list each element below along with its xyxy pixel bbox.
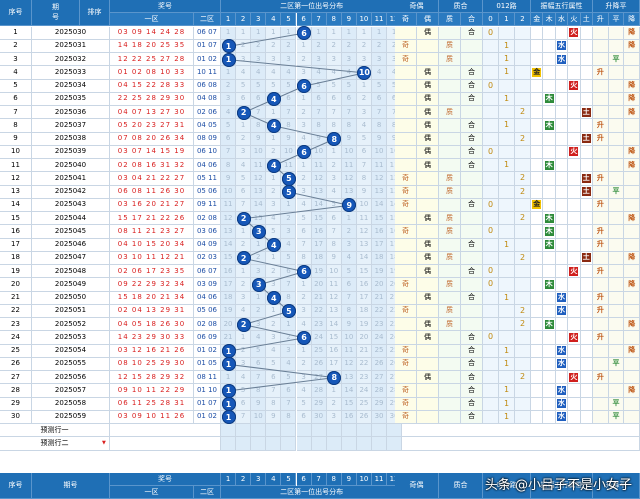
trend-polyline: [228, 32, 365, 418]
ball-marker: 1: [221, 410, 236, 425]
ball-marker: 1: [221, 52, 236, 67]
ball-marker: 4: [266, 118, 281, 133]
ball-marker: 1: [221, 397, 236, 412]
ball-marker: 1: [221, 357, 236, 372]
ball-marker: 2: [236, 105, 251, 120]
ball-marker: 1: [221, 383, 236, 398]
ball-marker: 3: [251, 224, 266, 239]
ball-marker: 1: [221, 344, 236, 359]
trend-lines: [228, 32, 365, 418]
ball-marker: 6: [297, 330, 312, 345]
ball-marker: 4: [266, 158, 281, 173]
ball-marker: 4: [266, 291, 281, 306]
ball-marker: 5: [281, 185, 296, 200]
watermark: 头条 @小吕子不是小女子: [484, 478, 632, 493]
ball-marker: 2: [236, 251, 251, 266]
ball-marker: 4: [266, 238, 281, 253]
ball-marker: 2: [236, 211, 251, 226]
ball-marker: 6: [297, 264, 312, 279]
lottery-trend-chart: 序号期号排序奖号一区二区二区第一位出号分布123456789101112奇偶奇偶…: [0, 0, 640, 499]
ball-marker: 3: [251, 277, 266, 292]
ball-marker: 1: [221, 39, 236, 54]
ball-marker: 2: [236, 317, 251, 332]
ball-marker: 8: [327, 370, 342, 385]
ball-marker: 5: [281, 171, 296, 186]
